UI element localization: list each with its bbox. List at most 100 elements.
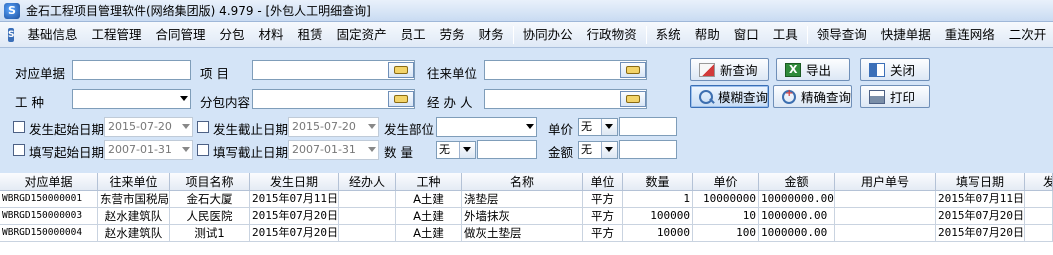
- unit-price-operator-select[interactable]: 无: [578, 118, 618, 136]
- table-cell[interactable]: 浇垫层: [462, 191, 583, 208]
- print-button[interactable]: 打印: [860, 85, 930, 108]
- table-cell[interactable]: [339, 225, 396, 242]
- menu-item-quick-docs[interactable]: 快捷单据: [874, 24, 938, 46]
- menu-item-material[interactable]: 材料: [252, 24, 291, 46]
- table-cell[interactable]: 金石大厦: [170, 191, 250, 208]
- menu-item-contract-mgmt[interactable]: 合同管理: [149, 24, 213, 46]
- close-button[interactable]: 关闭: [860, 58, 930, 81]
- occur-start-date[interactable]: 2015-07-20: [104, 117, 193, 137]
- table-cell[interactable]: WBRGD150000001: [0, 191, 98, 208]
- table-cell[interactable]: 1000000.00: [759, 225, 835, 242]
- doc-no-input[interactable]: [72, 60, 191, 80]
- table-cell[interactable]: [835, 208, 936, 225]
- table-cell[interactable]: 10000: [623, 225, 693, 242]
- column-header[interactable]: 工种: [396, 173, 462, 191]
- fill-start-date[interactable]: 2007-01-31: [104, 140, 193, 160]
- table-cell[interactable]: 10000000.00: [759, 191, 835, 208]
- column-header[interactable]: 金额: [759, 173, 835, 191]
- table-cell[interactable]: [835, 191, 936, 208]
- menu-item-labor[interactable]: 劳务: [433, 24, 472, 46]
- column-header[interactable]: 发生日期: [250, 173, 339, 191]
- occur-end-date[interactable]: 2015-07-20: [288, 117, 379, 137]
- table-cell[interactable]: 10000000: [693, 191, 759, 208]
- column-header[interactable]: 名称: [462, 173, 583, 191]
- table-cell[interactable]: 2015年07月20日: [936, 225, 1025, 242]
- table-cell[interactable]: 100000: [623, 208, 693, 225]
- menu-item-tools[interactable]: 工具: [766, 24, 805, 46]
- table-cell[interactable]: 测试1: [170, 225, 250, 242]
- table-cell[interactable]: 平方: [583, 225, 623, 242]
- table-cell[interactable]: [339, 191, 396, 208]
- table-cell[interactable]: WBRGD150000004: [0, 225, 98, 242]
- column-header[interactable]: 填写日期: [936, 173, 1025, 191]
- table-cell[interactable]: 2015年07月11日: [936, 191, 1025, 208]
- table-cell[interactable]: 100: [693, 225, 759, 242]
- dept-select[interactable]: [436, 117, 537, 137]
- menu-item-system[interactable]: 系统: [649, 24, 688, 46]
- table-cell[interactable]: 平方: [583, 191, 623, 208]
- table-cell[interactable]: A土建: [396, 225, 462, 242]
- table-cell[interactable]: WBRGD150000003: [0, 208, 98, 225]
- export-button[interactable]: 导出: [776, 58, 850, 81]
- fuzzy-query-button[interactable]: 模糊查询: [690, 85, 769, 108]
- fill-end-checkbox[interactable]: [197, 144, 209, 156]
- amount-input[interactable]: [619, 140, 677, 159]
- table-cell[interactable]: 2015年07月11日: [250, 191, 339, 208]
- qty-input[interactable]: [477, 140, 537, 159]
- menu-item-help[interactable]: 帮助: [688, 24, 727, 46]
- menu-item-lease[interactable]: 租赁: [291, 24, 330, 46]
- column-header[interactable]: 发: [1025, 173, 1053, 191]
- partner-picker-button[interactable]: [620, 62, 646, 78]
- column-header[interactable]: 单价: [693, 173, 759, 191]
- table-cell[interactable]: 1: [623, 191, 693, 208]
- column-header[interactable]: 对应单据: [0, 173, 98, 191]
- menu-item-project-mgmt[interactable]: 工程管理: [85, 24, 149, 46]
- table-cell[interactable]: 10: [693, 208, 759, 225]
- table-cell[interactable]: [1025, 191, 1053, 208]
- menu-item-employee[interactable]: 员工: [394, 24, 433, 46]
- table-cell[interactable]: A土建: [396, 208, 462, 225]
- menu-item-fixed-assets[interactable]: 固定资产: [330, 24, 394, 46]
- subcontract-picker-button[interactable]: [388, 91, 414, 107]
- column-header[interactable]: 用户单号: [835, 173, 936, 191]
- table-cell[interactable]: [835, 225, 936, 242]
- table-cell[interactable]: [339, 208, 396, 225]
- table-cell[interactable]: 做灰土垫层: [462, 225, 583, 242]
- column-header[interactable]: 项目名称: [170, 173, 250, 191]
- handler-picker-button[interactable]: [620, 91, 646, 107]
- table-cell[interactable]: 平方: [583, 208, 623, 225]
- table-cell[interactable]: 2015年07月20日: [250, 225, 339, 242]
- results-table[interactable]: 对应单据 往来单位 项目名称 发生日期 经办人 工种 名称 单位 数量 单价 金…: [0, 173, 1053, 255]
- menu-item-leader-query[interactable]: 领导查询: [810, 24, 874, 46]
- table-cell[interactable]: 2015年07月20日: [936, 208, 1025, 225]
- menu-item-window[interactable]: 窗口: [727, 24, 766, 46]
- menu-item-secondary-dev[interactable]: 二次开: [1002, 24, 1053, 46]
- table-cell[interactable]: [1025, 208, 1053, 225]
- table-cell[interactable]: 1000000.00: [759, 208, 835, 225]
- column-header[interactable]: 经办人: [339, 173, 396, 191]
- new-query-button[interactable]: 新查询: [690, 58, 769, 81]
- menu-item-finance[interactable]: 财务: [472, 24, 511, 46]
- qty-operator-select[interactable]: 无: [436, 141, 476, 159]
- project-picker-button[interactable]: [388, 62, 414, 78]
- menu-item-collab-office[interactable]: 协同办公: [516, 24, 580, 46]
- table-cell[interactable]: [1025, 225, 1053, 242]
- table-cell[interactable]: 2015年07月20日: [250, 208, 339, 225]
- table-cell[interactable]: 赵水建筑队: [98, 225, 170, 242]
- table-cell[interactable]: 赵水建筑队: [98, 208, 170, 225]
- occur-end-checkbox[interactable]: [197, 121, 209, 133]
- menu-item-admin-supplies[interactable]: 行政物资: [580, 24, 644, 46]
- occur-start-checkbox[interactable]: [13, 121, 25, 133]
- column-header[interactable]: 单位: [583, 173, 623, 191]
- table-cell[interactable]: 东营市国税局: [98, 191, 170, 208]
- menu-item-basic-info[interactable]: 基础信息: [20, 24, 84, 46]
- precise-query-button[interactable]: 精确查询: [773, 85, 852, 108]
- column-header[interactable]: 数量: [623, 173, 693, 191]
- fill-start-checkbox[interactable]: [13, 144, 25, 156]
- table-cell[interactable]: 外墙抹灰: [462, 208, 583, 225]
- fill-end-date[interactable]: 2007-01-31: [288, 140, 379, 160]
- amount-operator-select[interactable]: 无: [578, 141, 618, 159]
- column-header[interactable]: 往来单位: [98, 173, 170, 191]
- menu-item-subcontract[interactable]: 分包: [213, 24, 252, 46]
- unit-price-input[interactable]: [619, 117, 677, 136]
